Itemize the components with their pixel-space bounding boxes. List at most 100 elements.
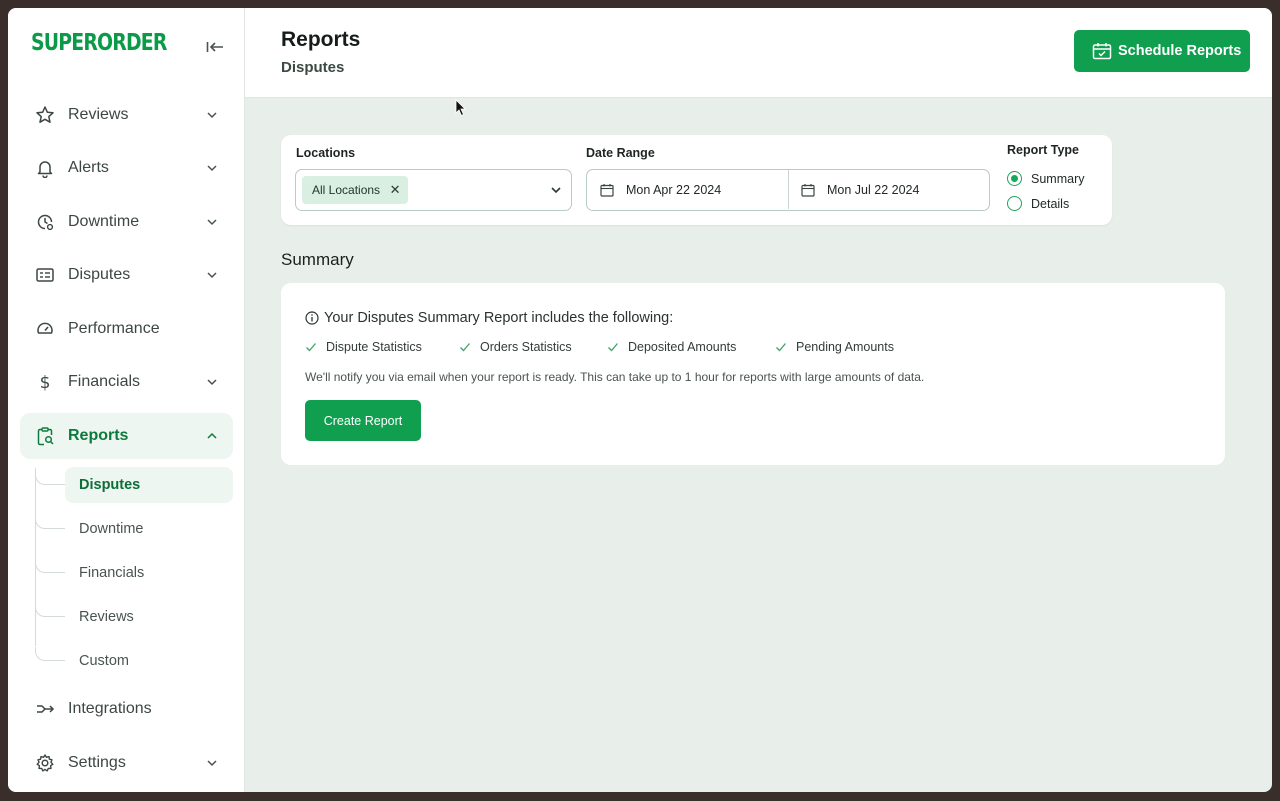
location-chip: All Locations ✕ bbox=[302, 176, 409, 204]
sidebar: SUPERORDER Reviews Alerts Downtime Dispu… bbox=[8, 8, 245, 792]
check-icon bbox=[306, 343, 316, 352]
include-item: Orders Statistics bbox=[459, 340, 572, 354]
sidebar-item-label: Reports bbox=[68, 427, 129, 444]
subnav-item-financials[interactable]: Financials bbox=[65, 555, 233, 591]
id-card-icon bbox=[34, 264, 56, 286]
summary-heading: Summary bbox=[281, 250, 354, 269]
subnav-branch bbox=[35, 559, 65, 573]
check-icon bbox=[608, 343, 618, 352]
page-title: Reports bbox=[281, 28, 361, 51]
sidebar-item-label: Performance bbox=[68, 320, 160, 337]
schedule-reports-button[interactable]: Schedule Reports bbox=[1074, 30, 1250, 72]
radio-unchecked-icon bbox=[1007, 196, 1022, 211]
location-chip-label: All Locations bbox=[312, 183, 381, 197]
sidebar-item-label: Reviews bbox=[68, 106, 129, 123]
include-item-label: Dispute Statistics bbox=[326, 340, 422, 354]
locations-label: Locations bbox=[296, 146, 356, 160]
create-report-button[interactable]: Create Report bbox=[305, 400, 421, 441]
superorder-logo[interactable]: SUPERORDER bbox=[31, 30, 167, 56]
sidebar-item-reviews[interactable]: Reviews bbox=[20, 92, 233, 138]
subnav-branch bbox=[35, 603, 65, 617]
collapse-sidebar-button[interactable] bbox=[204, 36, 226, 58]
schedule-reports-label: Schedule Reports bbox=[1118, 43, 1242, 59]
include-item: Dispute Statistics bbox=[305, 340, 422, 354]
calendar-icon bbox=[801, 183, 815, 197]
radio-label: Details bbox=[1031, 196, 1070, 211]
gear-icon bbox=[34, 752, 56, 774]
check-icon bbox=[460, 343, 470, 352]
summary-card-title: Your Disputes Summary Report includes th… bbox=[305, 310, 673, 326]
sidebar-item-settings[interactable]: Settings bbox=[20, 740, 233, 786]
sidebar-item-reports[interactable]: Reports bbox=[20, 413, 233, 459]
sidebar-item-financials[interactable]: $ Financials bbox=[20, 359, 233, 405]
subnav-item-downtime[interactable]: Downtime bbox=[65, 511, 233, 547]
report-filters-card: Locations All Locations ✕ Date Range Mon… bbox=[281, 135, 1112, 225]
start-date-value: Mon Apr 22 2024 bbox=[626, 182, 722, 197]
include-item-label: Deposited Amounts bbox=[628, 340, 737, 354]
sidebar-item-label: Financials bbox=[68, 373, 141, 390]
page-subtitle: Disputes bbox=[281, 59, 345, 76]
sidebar-item-label: Disputes bbox=[68, 266, 131, 283]
info-icon bbox=[305, 311, 319, 325]
radio-label: Summary bbox=[1031, 171, 1085, 186]
gauge-icon bbox=[34, 318, 56, 340]
integrations-arrow-icon bbox=[34, 698, 56, 720]
subnav-branch bbox=[35, 647, 65, 661]
summary-card: Your Disputes Summary Report includes th… bbox=[281, 283, 1225, 465]
clock-icon bbox=[34, 211, 56, 233]
end-date-field[interactable]: Mon Jul 22 2024 bbox=[801, 170, 919, 209]
chevron-down-icon bbox=[207, 112, 217, 119]
calendar-icon bbox=[600, 183, 614, 197]
chevron-down-icon bbox=[207, 272, 217, 279]
sidebar-item-label: Downtime bbox=[68, 213, 140, 230]
subnav-item-custom[interactable]: Custom bbox=[65, 643, 233, 679]
date-range-label: Date Range bbox=[586, 146, 655, 160]
sidebar-item-label: Settings bbox=[68, 754, 126, 771]
chevron-down-icon bbox=[207, 379, 217, 386]
chevron-down-icon[interactable] bbox=[549, 183, 563, 197]
subnav-item-disputes[interactable]: Disputes bbox=[65, 467, 233, 503]
chevron-down-icon bbox=[207, 219, 217, 226]
clipboard-search-icon bbox=[34, 425, 56, 447]
subnav-branch bbox=[35, 515, 65, 529]
chevron-down-icon bbox=[207, 760, 217, 767]
dollar-icon: $ bbox=[34, 371, 56, 393]
start-date-field[interactable]: Mon Apr 22 2024 bbox=[600, 170, 721, 209]
include-item: Pending Amounts bbox=[775, 340, 894, 354]
star-icon bbox=[34, 104, 56, 126]
chevron-down-icon bbox=[207, 165, 217, 172]
summary-card-title-text: Your Disputes Summary Report includes th… bbox=[324, 310, 674, 326]
mouse-cursor-icon bbox=[455, 99, 466, 117]
date-range-picker: Mon Apr 22 2024 Mon Jul 22 2024 bbox=[586, 169, 990, 211]
app-window: SUPERORDER Reviews Alerts Downtime Dispu… bbox=[8, 8, 1272, 792]
subnav-branch bbox=[35, 471, 65, 485]
sidebar-item-label: Alerts bbox=[68, 159, 109, 176]
bell-icon bbox=[34, 157, 56, 179]
subnav-item-reviews[interactable]: Reviews bbox=[65, 599, 233, 635]
sidebar-item-downtime[interactable]: Downtime bbox=[20, 199, 233, 245]
collapse-left-icon bbox=[206, 42, 223, 52]
sidebar-item-alerts[interactable]: Alerts bbox=[20, 145, 233, 191]
subnav-connector bbox=[35, 468, 36, 646]
report-type-summary-radio[interactable]: Summary bbox=[1007, 171, 1084, 186]
sidebar-item-label: Integrations bbox=[68, 700, 152, 717]
end-date-value: Mon Jul 22 2024 bbox=[827, 182, 920, 197]
svg-text:$: $ bbox=[40, 373, 51, 392]
remove-chip-icon[interactable]: ✕ bbox=[388, 183, 402, 197]
page-header: Reports Disputes Schedule Reports bbox=[245, 8, 1272, 98]
sidebar-item-disputes[interactable]: Disputes bbox=[20, 252, 233, 298]
include-item-label: Pending Amounts bbox=[796, 340, 894, 354]
include-item-label: Orders Statistics bbox=[480, 340, 572, 354]
sidebar-item-performance[interactable]: Performance bbox=[20, 306, 233, 352]
include-item: Deposited Amounts bbox=[607, 340, 736, 354]
report-type-label: Report Type bbox=[1007, 143, 1079, 157]
chevron-up-icon bbox=[207, 432, 217, 439]
date-divider bbox=[788, 170, 789, 209]
summary-note: We'll notify you via email when your rep… bbox=[305, 370, 925, 384]
report-type-details-radio[interactable]: Details bbox=[1007, 196, 1069, 211]
check-icon bbox=[776, 343, 786, 352]
calendar-check-icon bbox=[1092, 43, 1112, 60]
locations-select[interactable]: All Locations ✕ bbox=[295, 169, 572, 211]
sidebar-item-integrations[interactable]: Integrations bbox=[20, 686, 233, 732]
radio-checked-icon bbox=[1007, 171, 1022, 186]
